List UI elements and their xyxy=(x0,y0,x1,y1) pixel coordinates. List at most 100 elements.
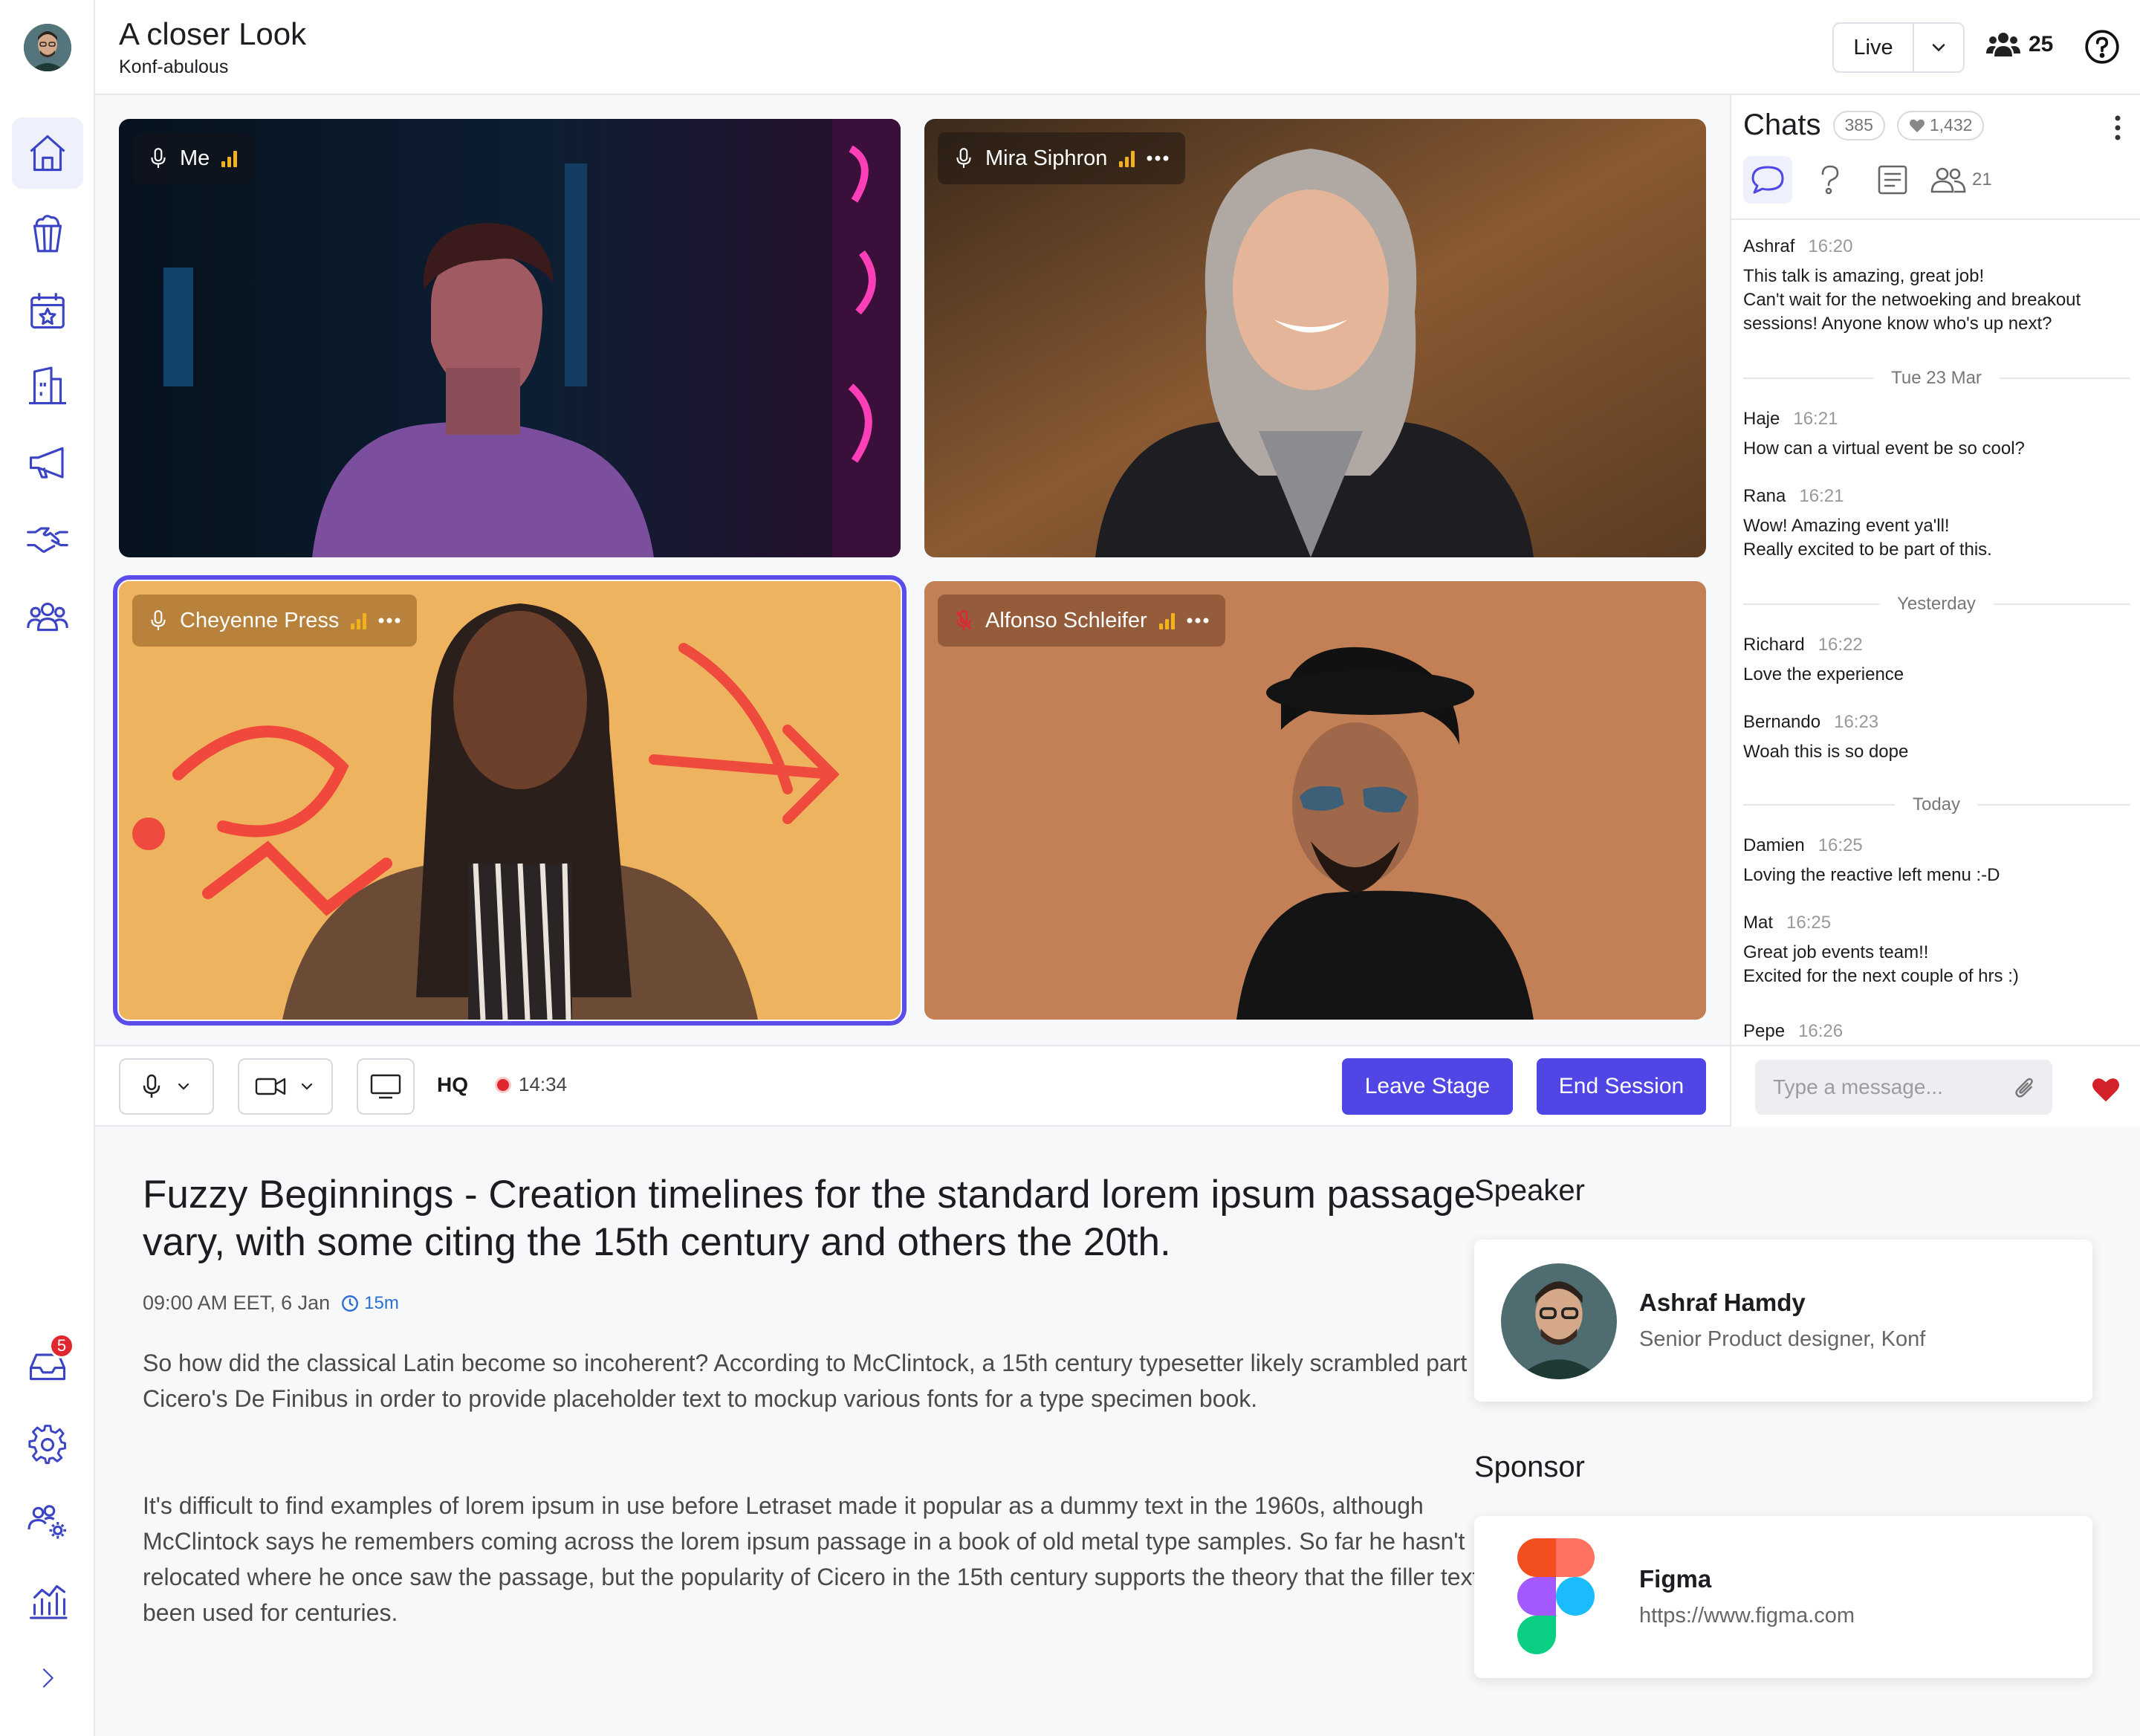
live-status-toggle[interactable] xyxy=(1914,37,1963,58)
duration-value: 15m xyxy=(364,1292,399,1313)
microphone-muted-icon xyxy=(956,610,972,630)
message-text: This talk is amazing, great job! xyxy=(1743,266,1985,286)
sponsor-card[interactable]: Figma https://www.figma.com xyxy=(1474,1516,2092,1678)
speaker-role: Senior Product designer, Konf xyxy=(1639,1327,1926,1351)
speaker-card[interactable]: Ashraf Hamdy Senior Product designer, Ko… xyxy=(1474,1240,2092,1402)
video-tile-cheyenne[interactable]: Cheyenne Press xyxy=(113,575,907,1026)
user-avatar[interactable] xyxy=(24,24,71,71)
settings-icon xyxy=(28,1425,66,1465)
handshake-icon xyxy=(27,527,68,553)
attendee-count-button[interactable]: 25 xyxy=(1985,30,2053,59)
message-text: How can a virtual event be so cool? xyxy=(1743,438,2025,459)
leave-stage-button[interactable]: Leave Stage xyxy=(1342,1058,1513,1115)
video-tile-alfonso[interactable]: Alfonso Schleifer xyxy=(924,581,1706,1020)
recording-dot-icon xyxy=(495,1076,511,1093)
nav-analytics[interactable] xyxy=(12,1564,83,1635)
message-text: Can't wait for the netwoeking and breako… xyxy=(1743,290,2081,334)
video-tile-me[interactable]: Me xyxy=(119,119,901,557)
nav-popcorn[interactable] xyxy=(12,198,83,269)
microphone-icon xyxy=(151,148,166,168)
chat-bubble-icon xyxy=(1751,166,1784,194)
message-text: Great job events team!! xyxy=(1743,942,1929,962)
camera-control[interactable] xyxy=(238,1058,333,1115)
participant-name: Me xyxy=(180,146,210,170)
people-count: 21 xyxy=(1972,169,1992,190)
sender-name: Haje xyxy=(1743,409,1780,429)
chat-panel: Chats 385 1,432 21 Ashraf 16:20 This talk… xyxy=(1730,95,2140,1127)
tab-people[interactable]: 21 xyxy=(1930,156,1997,204)
more-options-icon[interactable] xyxy=(378,618,401,624)
participant-name: Cheyenne Press xyxy=(180,608,340,632)
video-feed-alfonso xyxy=(924,581,1706,1020)
nav-announcements[interactable] xyxy=(12,427,83,498)
nav-people[interactable] xyxy=(12,581,83,652)
live-status-label: Live xyxy=(1834,24,1914,71)
session-details: Fuzzy Beginnings - Creation timelines fo… xyxy=(95,1127,2140,1736)
message-text: Woah this is so dope xyxy=(1743,742,1909,762)
help-icon xyxy=(2085,30,2119,64)
sender-name: Mat xyxy=(1743,913,1774,933)
video-tile-mira[interactable]: Mira Siphron xyxy=(924,119,1706,557)
session-description: So how did the classical Latin become so… xyxy=(143,1350,1494,1412)
divider-label: Yesterday xyxy=(1897,594,1976,614)
message-time: 16:20 xyxy=(1808,236,1853,256)
stage-controls: HQ 14:34 Leave Stage End Session xyxy=(95,1045,1730,1127)
chat-message: Bernando 16:23 Woah this is so dope xyxy=(1743,710,2130,764)
nav-settings[interactable] xyxy=(12,1409,83,1480)
date-divider: Yesterday xyxy=(1743,593,2130,615)
people-group-icon xyxy=(27,602,68,632)
tab-notes[interactable] xyxy=(1868,156,1917,204)
nav-inbox[interactable]: 5 xyxy=(12,1330,83,1402)
figma-logo-icon xyxy=(1517,1538,1595,1654)
nav-agenda[interactable] xyxy=(12,275,83,346)
microphone-icon xyxy=(151,610,166,630)
chat-message: Mat 16:25 Great job events team!! Excited … xyxy=(1743,911,2130,988)
heart-outline-icon xyxy=(1909,119,1925,132)
nav-people-settings[interactable] xyxy=(12,1486,83,1558)
nav-home[interactable] xyxy=(12,117,83,189)
question-icon xyxy=(1821,165,1839,195)
microphone-control[interactable] xyxy=(119,1058,214,1115)
session-description: It's difficult to find examples of lorem… xyxy=(143,1492,1524,1626)
chat-message: Haje 16:21 How can a virtual event be so … xyxy=(1743,407,2130,461)
screen-share-button[interactable] xyxy=(357,1058,415,1115)
heart-icon[interactable] xyxy=(2091,1076,2121,1103)
help-button[interactable] xyxy=(2084,28,2121,69)
inbox-badge: 5 xyxy=(49,1333,74,1358)
more-options-icon[interactable] xyxy=(1187,618,1209,624)
message-text: Love the experience xyxy=(1743,664,1904,684)
speaker-name: Ashraf Hamdy xyxy=(1639,1289,1806,1316)
message-time: 16:25 xyxy=(1818,835,1863,855)
sender-name: Rana xyxy=(1743,486,1786,506)
kebab-menu-icon[interactable] xyxy=(2113,114,2122,141)
chat-message: Rana 16:21 Wow! Amazing event ya'll! Reall… xyxy=(1743,485,2130,562)
date-divider: Tue 23 Mar xyxy=(1743,367,2130,389)
end-session-button[interactable]: End Session xyxy=(1537,1058,1706,1115)
participant-name: Alfonso Schleifer xyxy=(985,608,1147,632)
nav-networking[interactable] xyxy=(12,504,83,575)
chat-message: Ashraf 16:20 This talk is amazing, great … xyxy=(1743,235,2130,336)
popcorn-icon xyxy=(33,215,62,253)
chat-messages[interactable]: Ashraf 16:20 This talk is amazing, great … xyxy=(1731,218,2140,1042)
live-status-select[interactable]: Live xyxy=(1832,22,1965,73)
message-count-badge: 385 xyxy=(1832,110,1885,140)
paperclip-icon[interactable] xyxy=(2014,1076,2036,1100)
analytics-icon xyxy=(29,1584,68,1619)
participant-label: Alfonso Schleifer xyxy=(938,595,1225,647)
divider-label: Today xyxy=(1912,794,1961,814)
quality-toggle[interactable]: HQ xyxy=(437,1073,468,1097)
likes-count: 1,432 xyxy=(1929,115,1973,135)
session-duration: 15m xyxy=(340,1293,399,1314)
attendees-icon xyxy=(1986,33,2020,56)
tab-chat[interactable] xyxy=(1743,156,1792,204)
chat-message-input[interactable] xyxy=(1755,1060,2052,1115)
more-options-icon[interactable] xyxy=(1147,155,1169,161)
event-name: Konf-abulous xyxy=(119,56,229,77)
clock-icon xyxy=(342,1295,359,1312)
nav-expand[interactable] xyxy=(12,1642,83,1714)
tab-questions[interactable] xyxy=(1806,156,1855,204)
sponsor-heading: Sponsor xyxy=(1474,1451,1585,1483)
sponsor-url[interactable]: https://www.figma.com xyxy=(1639,1604,1855,1628)
nav-expo[interactable] xyxy=(12,351,83,422)
document-list-icon xyxy=(1878,165,1907,195)
